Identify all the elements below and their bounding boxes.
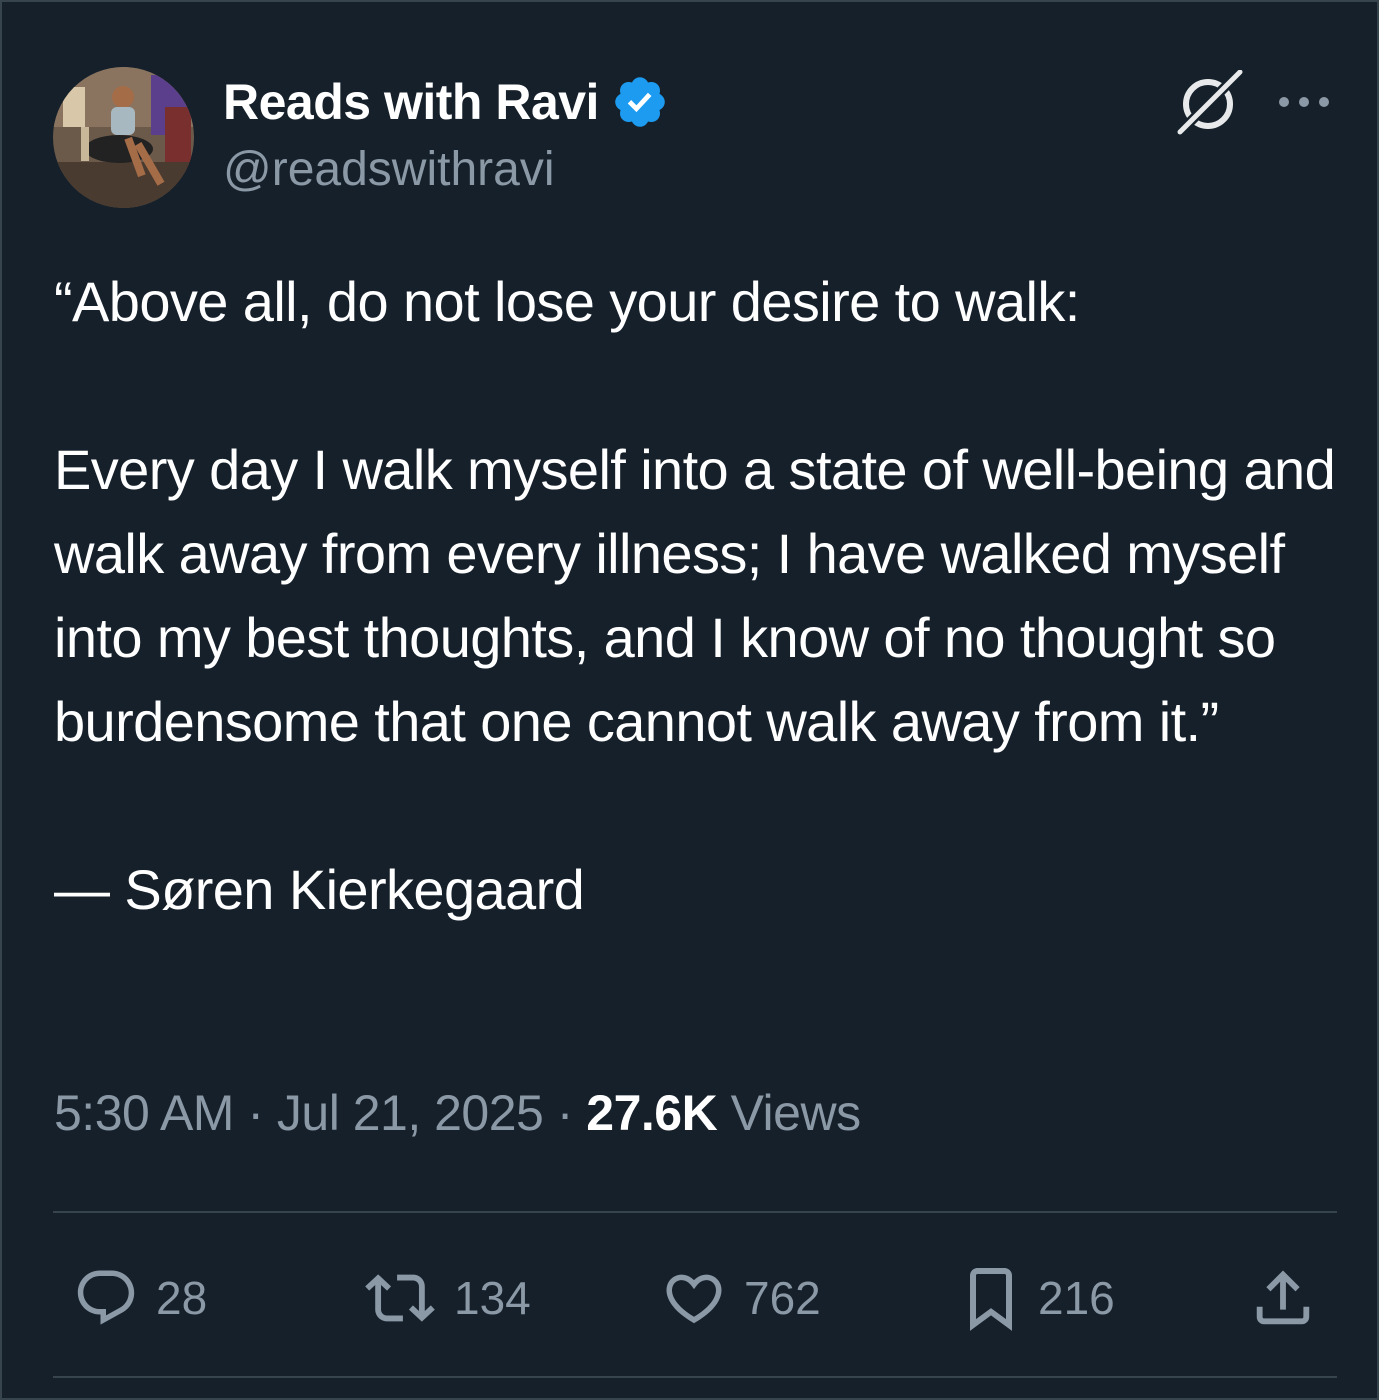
tweet-meta: 5:30 AM · Jul 21, 2025 · 27.6K Views: [54, 1084, 861, 1142]
like-count: 762: [744, 1272, 821, 1324]
tweet-paragraph: “Above all, do not lose your desire to w…: [54, 270, 1080, 333]
heart-icon: [666, 1274, 722, 1324]
more-options-icon[interactable]: [1274, 86, 1334, 118]
author-display-name[interactable]: Reads with Ravi: [223, 73, 599, 131]
tweet-card: Reads with Ravi @readswithravi “Above al…: [0, 0, 1379, 1400]
repost-button[interactable]: 134: [360, 1260, 531, 1336]
verified-badge-icon[interactable]: [611, 73, 669, 131]
share-icon: [1256, 1270, 1310, 1325]
repost-count: 134: [454, 1272, 531, 1324]
divider: [53, 1211, 1337, 1213]
avatar[interactable]: [53, 67, 194, 208]
grok-icon[interactable]: [1174, 69, 1244, 136]
bookmark-button[interactable]: 216: [958, 1260, 1115, 1336]
reply-icon: [77, 1270, 135, 1325]
views-label: Views: [717, 1085, 861, 1141]
divider: [53, 1376, 1337, 1378]
meta-separator: ·: [233, 1085, 277, 1141]
meta-separator: ·: [543, 1085, 587, 1141]
tweet-text: “Above all, do not lose your desire to w…: [54, 260, 1344, 932]
reply-count: 28: [156, 1272, 208, 1324]
tweet-time[interactable]: 5:30 AM: [54, 1085, 234, 1141]
bookmark-icon: [970, 1268, 1012, 1331]
views-count: 27.6K: [586, 1085, 718, 1141]
share-button[interactable]: [1248, 1260, 1318, 1336]
avatar-image: [53, 67, 194, 208]
bookmark-count: 216: [1038, 1272, 1115, 1324]
tweet-paragraph: — Søren Kierkegaard: [54, 858, 585, 921]
like-button[interactable]: 762: [658, 1260, 821, 1336]
repost-icon: [365, 1274, 435, 1322]
tweet-paragraph: Every day I walk myself into a state of …: [54, 438, 1336, 753]
tweet-date[interactable]: Jul 21, 2025: [277, 1085, 544, 1141]
author-name-row: Reads with Ravi: [223, 70, 669, 134]
author-handle[interactable]: @readswithravi: [223, 142, 555, 197]
reply-button[interactable]: 28: [70, 1260, 207, 1336]
